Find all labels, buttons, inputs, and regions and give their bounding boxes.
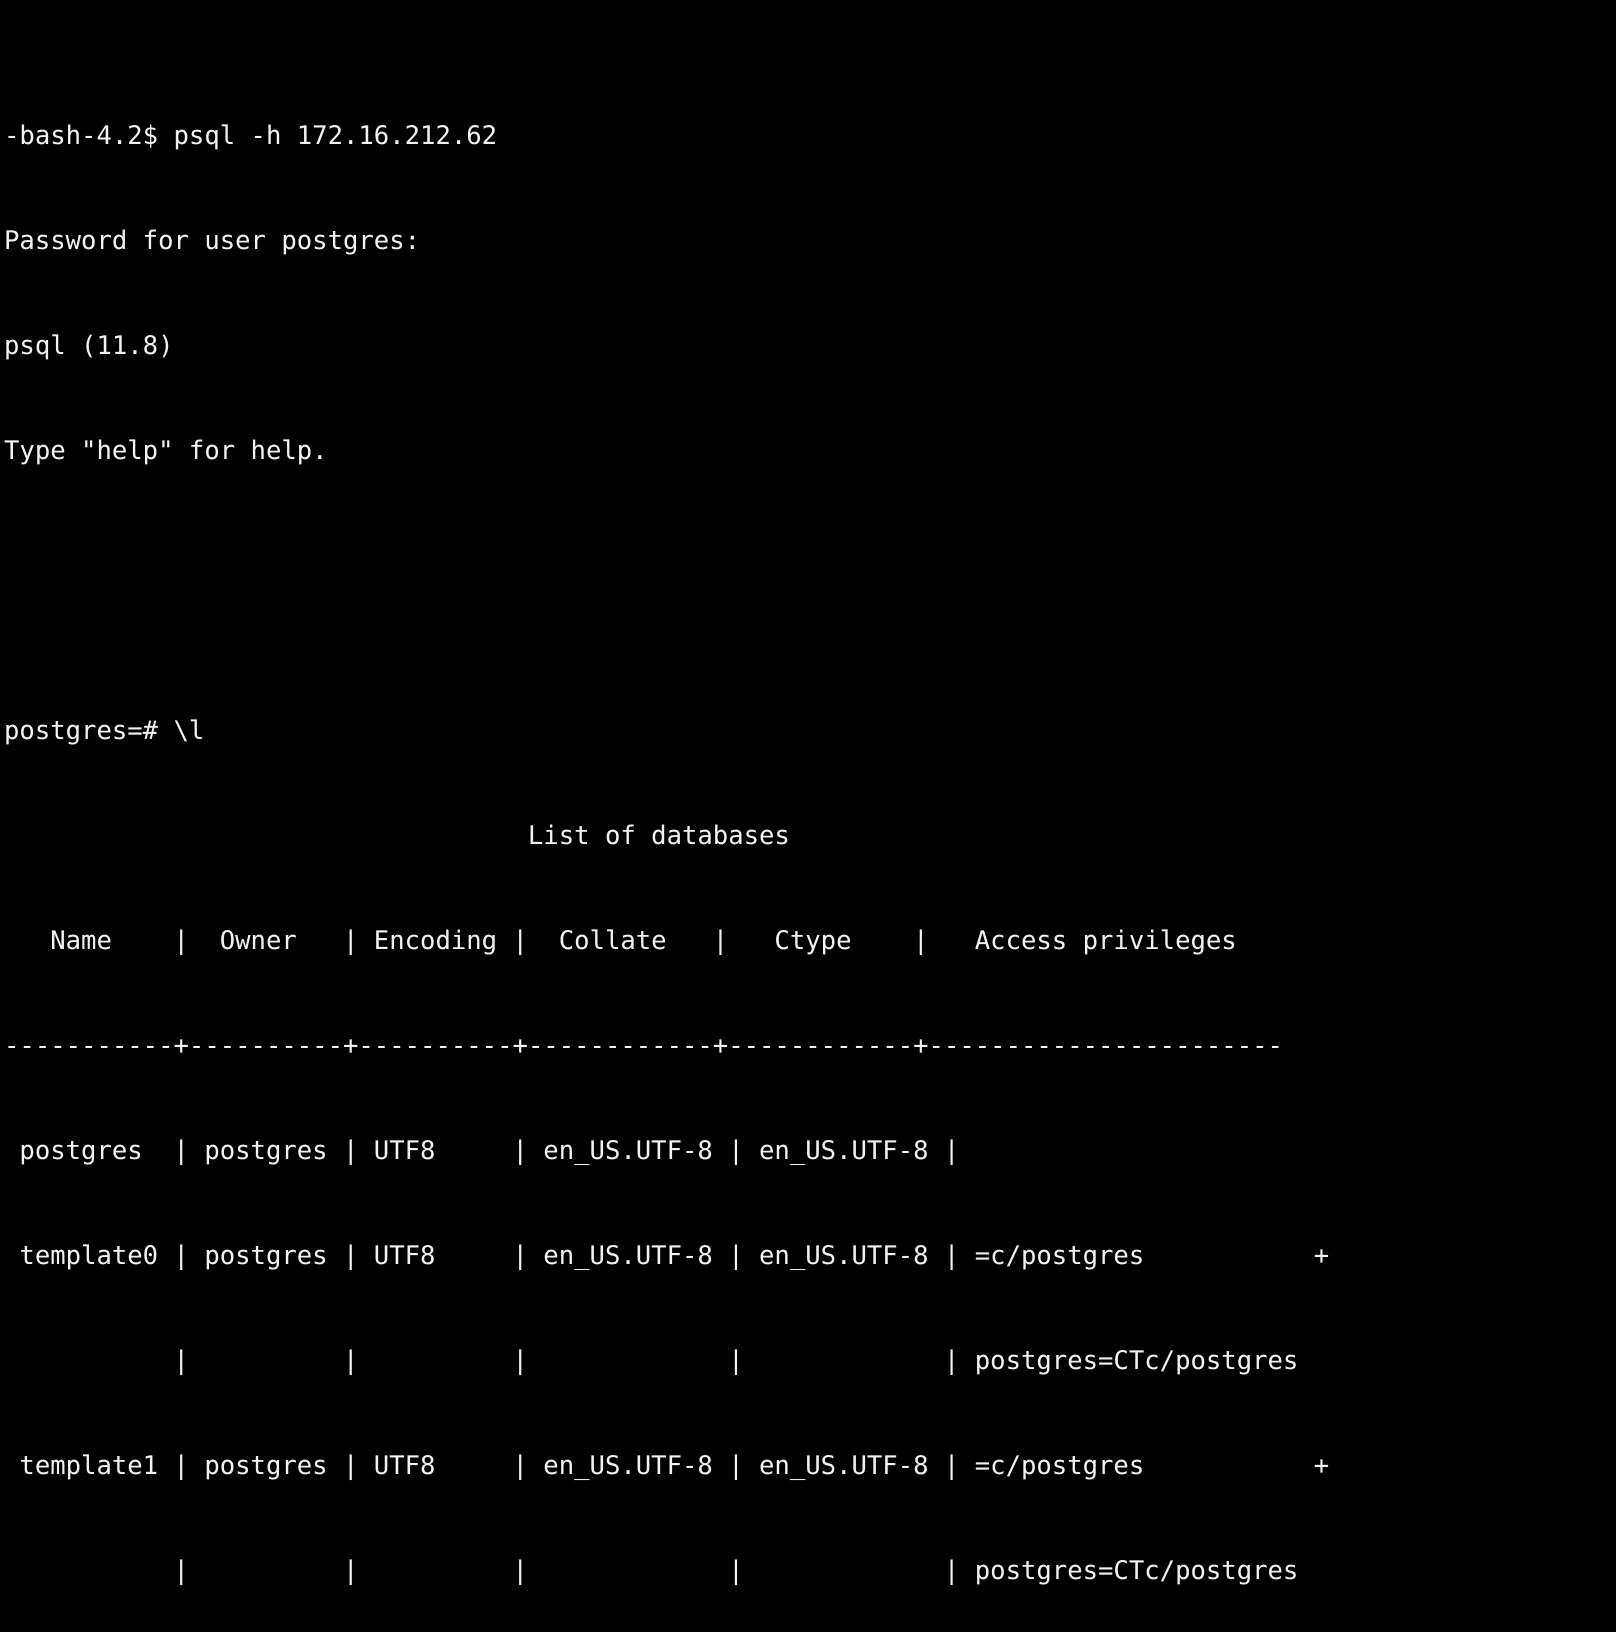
databases-table-header: Name | Owner | Encoding | Collate | Ctyp…: [4, 926, 1283, 956]
databases-table-row-continuation: | | | | | postgres=CTc/postgres: [4, 1556, 1299, 1586]
terminal-line-list-databases-command: postgres=# \l: [4, 716, 205, 746]
terminal-line-connect-command: -bash-4.2$ psql -h 172.16.212.62: [4, 121, 498, 151]
databases-table-row: template0 | postgres | UTF8 | en_US.UTF-…: [4, 1241, 1330, 1271]
databases-table-title: List of databases: [4, 821, 790, 851]
databases-table-row-continuation: | | | | | postgres=CTc/postgres: [4, 1346, 1299, 1376]
terminal-line-password-prompt: Password for user postgres:: [4, 226, 421, 256]
databases-table-row: template1 | postgres | UTF8 | en_US.UTF-…: [4, 1451, 1330, 1481]
terminal-screen[interactable]: -bash-4.2$ psql -h 172.16.212.62 Passwor…: [4, 14, 1616, 1632]
terminal-line-help-banner: Type "help" for help.: [4, 436, 328, 466]
terminal-line-version-banner: psql (11.8): [4, 331, 174, 361]
databases-table-separator: -----------+----------+----------+------…: [4, 1031, 1283, 1061]
databases-table-row: postgres | postgres | UTF8 | en_US.UTF-8…: [4, 1136, 975, 1166]
terminal-window[interactable]: -bash-4.2$ psql -h 172.16.212.62 Passwor…: [0, 0, 1616, 1586]
